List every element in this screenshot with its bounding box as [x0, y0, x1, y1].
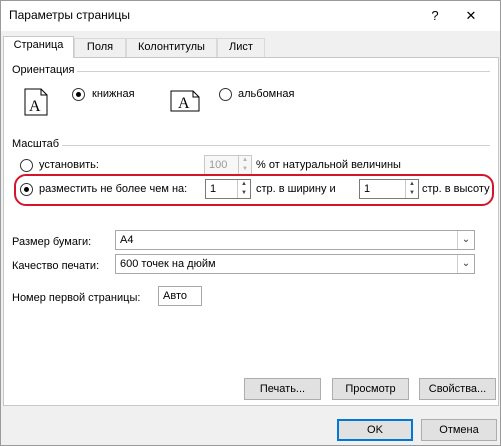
- fit-wide-value: 1: [210, 183, 217, 195]
- svg-text:A: A: [178, 95, 190, 112]
- tab-strip: Страница Поля Колонтитулы Лист: [1, 31, 500, 58]
- portrait-radio[interactable]: [72, 88, 85, 101]
- fit-tall-spinner[interactable]: 1 ▲ ▼: [359, 179, 419, 199]
- orientation-group-label: Ориентация: [12, 64, 78, 76]
- first-page-number-label: Номер первой страницы:: [12, 292, 141, 304]
- print-quality-value: 600 точек на дюйм: [120, 258, 216, 270]
- tab-panel-page: Ориентация A книжная A альбомная Масштаб…: [3, 57, 499, 406]
- fit-tall-suffix: стр. в высоту: [422, 183, 490, 195]
- chevron-down-icon[interactable]: ⌄: [457, 255, 474, 273]
- first-page-number-value: Авто: [163, 290, 187, 302]
- tab-sheet[interactable]: Лист: [217, 38, 265, 57]
- properties-button[interactable]: Свойства...: [419, 378, 496, 400]
- fit-wide-suffix: стр. в ширину и: [256, 183, 336, 195]
- window-title: Параметры страницы: [9, 8, 130, 22]
- help-button[interactable]: ?: [417, 1, 453, 31]
- fit-tall-value: 1: [364, 183, 371, 195]
- fit-to-radio[interactable]: [20, 183, 33, 196]
- spin-up-icon[interactable]: ▲: [238, 180, 250, 189]
- adjust-to-spin-arrows: ▲ ▼: [238, 156, 251, 174]
- chevron-down-icon[interactable]: ⌄: [457, 231, 474, 249]
- svg-text:A: A: [29, 98, 41, 115]
- scaling-group-label: Масштаб: [12, 138, 63, 150]
- adjust-to-suffix: % от натуральной величины: [256, 159, 401, 171]
- page-setup-dialog: Параметры страницы ? ✕ Страница Поля Кол…: [0, 0, 501, 446]
- landscape-radio[interactable]: [219, 88, 232, 101]
- print-button[interactable]: Печать...: [244, 378, 321, 400]
- spin-down-icon[interactable]: ▼: [238, 189, 250, 198]
- print-quality-select[interactable]: 600 точек на дюйм ⌄: [115, 254, 475, 274]
- portrait-label[interactable]: книжная: [92, 88, 135, 100]
- adjust-to-value: 100: [209, 159, 228, 171]
- print-quality-label: Качество печати:: [12, 260, 100, 272]
- fit-wide-spin-arrows: ▲ ▼: [237, 180, 250, 198]
- close-button[interactable]: ✕: [453, 1, 489, 31]
- adjust-to-spinner[interactable]: 100 ▲ ▼: [204, 155, 252, 175]
- print-preview-button[interactable]: Просмотр: [332, 378, 409, 400]
- orientation-separator: [12, 71, 490, 72]
- spin-up-icon[interactable]: ▲: [239, 156, 251, 165]
- fit-tall-spin-arrows: ▲ ▼: [405, 180, 418, 198]
- spin-up-icon[interactable]: ▲: [406, 180, 418, 189]
- ok-button[interactable]: OK: [337, 419, 413, 441]
- paper-size-select[interactable]: A4 ⌄: [115, 230, 475, 250]
- tab-margins[interactable]: Поля: [74, 38, 126, 57]
- first-page-number-input[interactable]: Авто: [158, 286, 202, 306]
- adjust-to-label[interactable]: установить:: [39, 159, 99, 171]
- tab-page[interactable]: Страница: [3, 36, 74, 58]
- cancel-button[interactable]: Отмена: [421, 419, 497, 441]
- paper-size-label: Размер бумаги:: [12, 236, 92, 248]
- landscape-label[interactable]: альбомная: [238, 88, 294, 100]
- tab-header-footer[interactable]: Колонтитулы: [126, 38, 217, 57]
- paper-size-value: A4: [120, 234, 134, 246]
- landscape-page-icon: A: [170, 90, 200, 112]
- spin-down-icon[interactable]: ▼: [239, 165, 251, 174]
- adjust-to-radio[interactable]: [20, 159, 33, 172]
- portrait-page-icon: A: [24, 88, 48, 116]
- title-bar: Параметры страницы ? ✕: [1, 1, 500, 31]
- fit-wide-spinner[interactable]: 1 ▲ ▼: [205, 179, 251, 199]
- fit-to-label[interactable]: разместить не более чем на:: [39, 183, 187, 195]
- spin-down-icon[interactable]: ▼: [406, 189, 418, 198]
- scaling-separator: [12, 145, 490, 146]
